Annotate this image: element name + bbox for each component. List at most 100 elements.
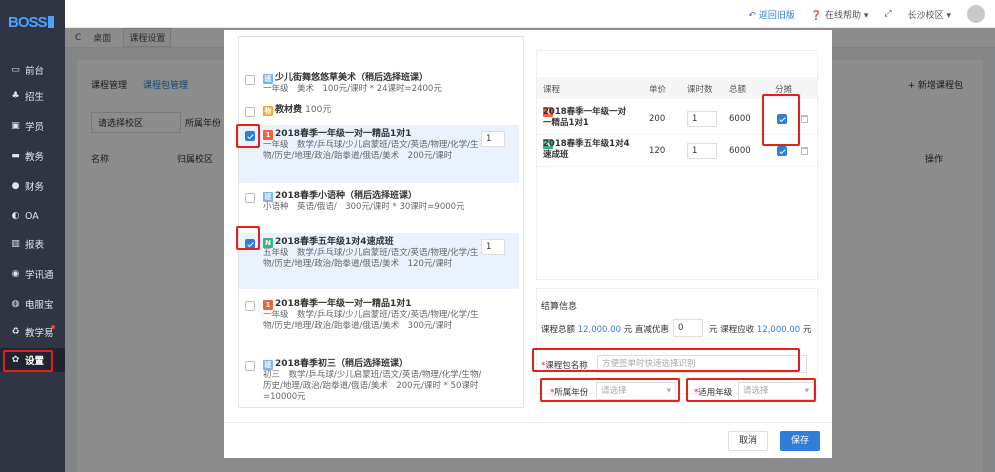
sidebar-item-label: 报表 (25, 240, 45, 251)
row-course-line2: 速成班 (543, 150, 569, 160)
sidebar-item-jiaoxueyi[interactable]: ♻ 教学易 (0, 320, 65, 344)
course-title: 物教材费 100元 (263, 105, 513, 116)
quantity-input[interactable]: 1 (481, 239, 505, 255)
book-icon: ♻ (11, 326, 20, 337)
course-item[interactable]: 物教材费 100元 (239, 101, 519, 121)
save-button[interactable]: 保存 (780, 431, 821, 451)
logo-badge (47, 16, 54, 28)
payable-value: 12,000.00 (756, 325, 801, 335)
sidebar-item-students[interactable]: ▣ 学员 (0, 114, 65, 138)
sidebar-item-label: 教务 (25, 152, 45, 163)
annotation-box (236, 124, 260, 148)
course-title: 班少儿街舞悠悠草美术（稍后选择班课） (263, 73, 513, 84)
discount-label: 直减优惠 (634, 325, 669, 335)
row-total: 6000 (729, 146, 751, 156)
course-item[interactable]: 班少儿街舞悠悠草美术（稍后选择班课） 一年级 美术 100元/课时 * 24课时… (239, 69, 519, 97)
class-tag-icon: 班 (263, 192, 273, 202)
total-label: 课程总额 (541, 325, 576, 335)
course-title: 1 2018春季一年级一对一精品1对1 (263, 299, 513, 310)
screen-icon: ▬ (11, 150, 20, 161)
help-icon: ❓ (810, 10, 823, 21)
sidebar-item-label: 学员 (25, 122, 45, 133)
campus-label: 长沙校区 (907, 10, 944, 21)
course-item[interactable]: 班 2018春季初三（稍后选择班课） 初三 数学/乒乓球/少儿启蒙班/语文/英语/… (239, 355, 519, 407)
help-link[interactable]: ❓ 在线帮助 ▾ (811, 8, 869, 21)
notification-dot (51, 325, 55, 329)
sidebar-item-academic[interactable]: ▬ 教务 (0, 144, 65, 168)
back-old-label: 返回旧版 (758, 10, 795, 21)
group-class-tag-icon: N (263, 238, 273, 248)
course-checkbox[interactable] (245, 75, 255, 85)
sidebar-item-dianfubao[interactable]: ◍ 电服宝 (0, 292, 65, 316)
sidebar-item-label: 招生 (25, 92, 45, 103)
course-checkbox[interactable] (245, 301, 255, 311)
course-title-text: 2018春季初三（稍后选择班课） (275, 359, 409, 369)
course-item-selected[interactable]: 1 2018春季一年级一对一精品1对1 一年级 数学/乒乓球/少儿启蒙班/语文/英… (239, 125, 519, 183)
sidebar-item-xuexuntong[interactable]: ◉ 学讯通 (0, 262, 65, 286)
row-price: 200 (649, 114, 666, 124)
topbar-right: ↶ 返回旧版 ❓ 在线帮助 ▾ ⤢ 长沙校区 ▾ (748, 5, 985, 23)
student-card-icon: ▣ (11, 120, 20, 131)
course-checkbox[interactable] (245, 193, 255, 203)
sidebar-item-label: 学讯通 (25, 270, 54, 281)
course-checkbox[interactable] (245, 107, 255, 117)
course-detail: 小语种 英语/俄语/ 300元/课时 * 30课时=9000元 (263, 202, 465, 212)
delete-icon[interactable] (801, 147, 808, 155)
back-old-link[interactable]: ↶ 返回旧版 (748, 8, 794, 21)
chevron-down-icon: ▾ (863, 10, 869, 21)
course-title-text: 2018春季小语种（稍后选择班课） (275, 191, 418, 201)
annotation-box (3, 350, 53, 372)
phone-icon: ◍ (11, 298, 20, 309)
sidebar-item-finance[interactable]: ● 财务 (0, 174, 65, 198)
course-checkbox[interactable] (245, 361, 255, 371)
topbar: ↶ 返回旧版 ❓ 在线帮助 ▾ ⤢ 长沙校区 ▾ (65, 0, 995, 28)
logo-text: BOSS (8, 13, 48, 31)
campus-select[interactable]: 长沙校区 ▾ (908, 8, 951, 21)
class-tag-icon: 班 (263, 360, 273, 370)
course-item-selected[interactable]: N 2018春季五年级1对4速成班 五年级 数学/乒乓球/少儿启蒙班/语文/英语/… (239, 233, 519, 289)
sidebar-item-oa[interactable]: ◐ OA (0, 204, 65, 228)
col-course: 课程 (543, 85, 561, 95)
discount-input[interactable]: 0 (673, 319, 703, 337)
one-on-one-tag-icon: 1 (263, 300, 273, 310)
total-value: 12,000.00 (577, 325, 621, 335)
row-course-line2: 一精品1对1 (543, 118, 589, 128)
course-item[interactable]: 1 2018春季一年级一对一精品1对1 一年级 数学/乒乓球/少儿启蒙班/语文/英… (239, 295, 519, 351)
payable-unit: 元 (802, 325, 812, 335)
course-title-text: 2018春季一年级一对一精品1对1 (275, 299, 412, 309)
course-item[interactable]: 班 2018春季小语种（稍后选择班课） 小语种 英语/俄语/ 300元/课时 * … (239, 187, 519, 231)
fullscreen-icon[interactable]: ⤢ (884, 9, 891, 19)
hours-input[interactable]: 1 (687, 111, 717, 127)
delete-icon[interactable] (801, 115, 808, 123)
course-title-text: 2018春季一年级一对一精品1对1 (275, 129, 412, 139)
material-tag-icon: 物 (263, 106, 273, 116)
course-detail: 初三 数学/乒乓球/少儿启蒙班/语文/英语/物理/化学/生物/历史/地理/政治/… (263, 370, 482, 402)
quantity-input[interactable]: 1 (481, 131, 505, 147)
class-tag-icon: 班 (263, 74, 273, 84)
course-detail: 一年级 数学/乒乓球/少儿启蒙班/语文/英语/物理/化学/生物/历史/地理/政治… (263, 140, 479, 161)
course-list: 班少儿街舞悠悠草美术（稍后选择班课） 一年级 美术 100元/课时 * 24课时… (238, 36, 524, 408)
settlement-title: 结算信息 (541, 302, 578, 312)
sidebar-item-label: 教学易 (25, 328, 54, 339)
settlement-line: 课程总额 12,000.00 元 直减优惠 (541, 323, 669, 335)
sidebar-item-enroll[interactable]: ♣ 招生 (0, 84, 65, 108)
annotation-box (762, 94, 800, 146)
course-title: N 2018春季五年级1对4速成班 (263, 237, 483, 248)
split-checkbox[interactable] (777, 146, 787, 156)
course-title: 班 2018春季小语种（稍后选择班课） (263, 191, 513, 202)
sidebar-item-frontdesk[interactable]: ▭ 前台 (0, 58, 65, 82)
cancel-button[interactable]: 取消 (728, 431, 769, 451)
help-label: 在线帮助 (824, 10, 861, 21)
sidebar-item-label: 财务 (25, 182, 45, 193)
col-hours: 课时数 (687, 85, 713, 95)
avatar[interactable] (967, 5, 985, 23)
course-title: 1 2018春季一年级一对一精品1对1 (263, 129, 483, 140)
selected-courses-panel: 课程 单价 课时数 总额 分摊 1 2018春季一年级一对 一精品1对1 200 1… (536, 50, 818, 280)
total-unit: 元 (623, 325, 633, 335)
hours-input[interactable]: 1 (687, 143, 717, 159)
sidebar-item-reports[interactable]: ▥ 报表 (0, 232, 65, 256)
chevron-down-icon: ▾ (946, 10, 951, 21)
back-arrow-icon: ↶ (748, 10, 756, 21)
course-detail: 一年级 美术 100元/课时 * 24课时=2400元 (263, 84, 442, 94)
monitor-icon: ▭ (11, 64, 20, 75)
